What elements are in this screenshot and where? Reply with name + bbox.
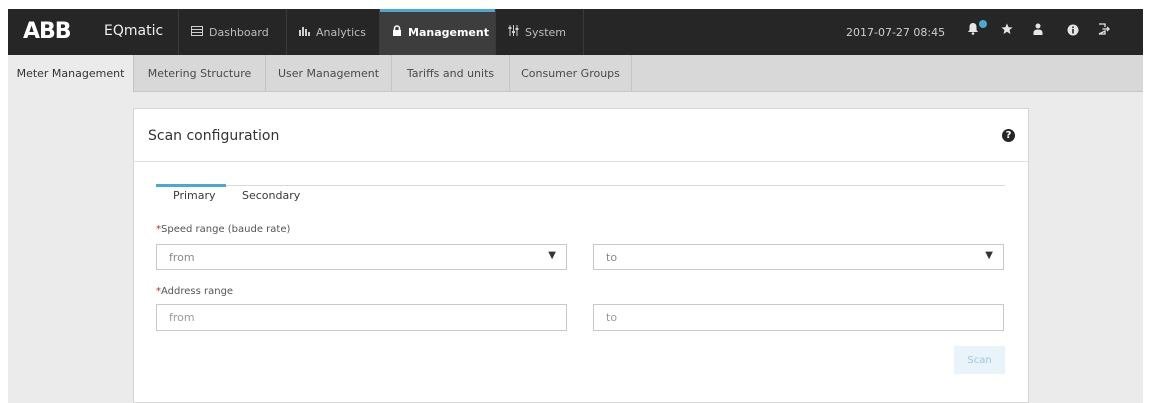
favorites-star-icon[interactable]	[1001, 23, 1013, 39]
nav-divider	[583, 9, 584, 55]
nav-tab-dashboard[interactable]: Dashboard	[178, 9, 286, 55]
management-subnav: Meter Management Metering Structure User…	[8, 55, 1143, 92]
nav-tab-system[interactable]: System	[495, 9, 583, 55]
scan-configuration-card: Scan configuration ? Primary Secondary *…	[133, 108, 1029, 403]
subtab-tariffs-and-units[interactable]: Tariffs and units	[392, 55, 510, 91]
chevron-down-icon: ▼	[548, 250, 556, 261]
top-navbar: ABB EQmatic Dashboard Analytics Manageme…	[8, 9, 1143, 55]
speed-range-from-select[interactable]: from ▼	[156, 244, 567, 270]
address-range-label: *Address range	[156, 286, 233, 297]
speed-range-label: *Speed range (baude rate)	[156, 224, 290, 235]
help-icon[interactable]: ?	[1002, 129, 1015, 142]
current-datetime: 2017-07-27 08:45	[846, 26, 946, 39]
nav-tab-label: Analytics	[316, 25, 366, 39]
card-title: Scan configuration	[148, 128, 280, 144]
address-range-from-input[interactable]	[156, 304, 567, 331]
subtab-consumer-groups[interactable]: Consumer Groups	[510, 55, 632, 91]
speed-range-label-text: Speed range (baude rate)	[161, 224, 291, 235]
scan-button[interactable]: Scan	[954, 346, 1005, 374]
nav-tab-label: System	[525, 25, 567, 39]
tab-secondary[interactable]: Secondary	[242, 189, 300, 202]
card-header: Scan configuration ?	[134, 109, 1028, 162]
nav-tab-management[interactable]: Management	[379, 9, 495, 55]
abb-logo: ABB	[23, 19, 72, 44]
sliders-icon	[508, 25, 519, 39]
app-name: EQmatic	[104, 23, 164, 39]
address-range-label-text: Address range	[161, 286, 234, 297]
subtab-metering-structure[interactable]: Metering Structure	[134, 55, 266, 91]
tab-primary[interactable]: Primary	[173, 189, 216, 202]
nav-tab-label: Dashboard	[209, 25, 269, 39]
dashboard-icon	[191, 25, 203, 39]
active-tab-indicator	[156, 184, 226, 187]
scan-tabs: Primary Secondary	[156, 184, 1005, 211]
app-frame: ABB EQmatic Dashboard Analytics Manageme…	[8, 9, 1143, 403]
notification-badge	[979, 20, 987, 28]
info-icon[interactable]	[1067, 24, 1079, 40]
address-range-to-input[interactable]	[593, 304, 1004, 331]
selected-value: from	[169, 251, 195, 264]
nav-tab-analytics[interactable]: Analytics	[286, 9, 379, 55]
logout-icon[interactable]	[1098, 23, 1110, 39]
selected-value: to	[606, 251, 618, 264]
lock-icon	[392, 25, 402, 39]
user-icon[interactable]	[1033, 23, 1043, 39]
bar-chart-icon	[299, 26, 310, 39]
subtab-user-management[interactable]: User Management	[266, 55, 392, 91]
speed-range-to-select[interactable]: to ▼	[593, 244, 1004, 270]
chevron-down-icon: ▼	[985, 250, 993, 261]
nav-tab-label: Management	[408, 25, 489, 39]
notifications-icon[interactable]	[967, 22, 979, 39]
subtab-meter-management[interactable]: Meter Management	[8, 55, 134, 92]
